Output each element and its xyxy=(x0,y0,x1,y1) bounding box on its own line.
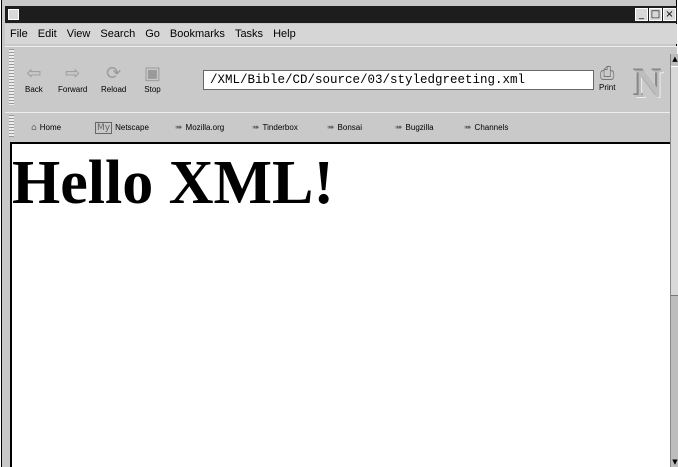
forward-button[interactable]: ⇨ Forward xyxy=(58,63,88,95)
bookmark-arrow-icon: ➠ xyxy=(252,123,260,133)
home-label: Home xyxy=(39,123,62,132)
forward-label: Forward xyxy=(58,85,88,94)
bookmark-label: Channels xyxy=(474,123,509,132)
menu-bookmarks[interactable]: Bookmarks xyxy=(165,28,230,40)
bookmark-mozilla[interactable]: ➠ Mozilla.org xyxy=(175,123,224,133)
page-heading: Hello XML! xyxy=(12,149,334,217)
home-icon: ⌂ xyxy=(31,123,37,133)
back-label: Back xyxy=(25,85,43,94)
window-controls: _ □ × xyxy=(635,8,676,21)
menu-bar: File Edit View Search Go Bookmarks Tasks… xyxy=(5,24,677,44)
bookmark-bonsai[interactable]: ➠ Bonsai xyxy=(327,123,362,133)
maximize-button[interactable]: □ xyxy=(649,8,662,21)
browser-window: _ □ × File Edit View Search Go Bookmarks… xyxy=(1,0,678,467)
print-label: Print xyxy=(599,83,616,92)
window-menu-icon[interactable] xyxy=(8,9,19,20)
my-netscape-button[interactable]: My Netscape xyxy=(95,122,149,134)
personal-toolbar: ⌂ Home My Netscape ➠ Mozilla.org ➠ Tinderbox… xyxy=(5,112,677,141)
scroll-up-icon[interactable]: ▲ xyxy=(671,54,678,64)
home-button[interactable]: ⌂ Home xyxy=(31,123,61,133)
menu-view[interactable]: View xyxy=(62,28,96,40)
navigation-toolbar: ⇦ Back ⇨ Forward ⟳ Reload ▣ Stop /XML/Bi… xyxy=(5,46,677,109)
scroll-thumb[interactable] xyxy=(671,66,678,296)
reload-label: Reload xyxy=(101,85,127,94)
menu-help[interactable]: Help xyxy=(268,28,301,40)
stop-icon: ▣ xyxy=(144,63,162,84)
my-netscape-icon: My xyxy=(95,122,113,134)
bookmark-arrow-icon: ➠ xyxy=(327,123,335,133)
close-button[interactable]: × xyxy=(663,8,676,21)
bookmark-label: Mozilla.org xyxy=(185,123,225,132)
menu-edit[interactable]: Edit xyxy=(33,28,62,40)
url-input[interactable]: /XML/Bible/CD/source/03/styledgreeting.x… xyxy=(203,70,594,90)
title-bar[interactable]: _ □ × xyxy=(5,6,677,23)
menu-go[interactable]: Go xyxy=(140,28,165,40)
back-arrow-icon: ⇦ xyxy=(26,63,42,84)
scroll-down-icon[interactable]: ▼ xyxy=(671,457,678,467)
bookmark-channels[interactable]: ➠ Channels xyxy=(464,123,508,133)
bookmark-bugzilla[interactable]: ➠ Bugzilla xyxy=(395,123,434,133)
printer-icon: ⎙ xyxy=(600,63,615,84)
reload-icon: ⟳ xyxy=(106,63,122,84)
menu-file[interactable]: File xyxy=(5,28,33,40)
netscape-logo[interactable]: N xyxy=(629,64,669,104)
stop-button[interactable]: ▣ Stop xyxy=(144,63,162,95)
bookmark-arrow-icon: ➠ xyxy=(175,123,183,133)
minimize-button[interactable]: _ xyxy=(635,8,648,21)
bookmark-label: Tinderbox xyxy=(262,123,298,132)
menu-search[interactable]: Search xyxy=(95,28,140,40)
bookmarks-grip[interactable] xyxy=(9,115,14,137)
bookmark-label: Bugzilla xyxy=(405,123,434,132)
bookmark-label: Bonsai xyxy=(337,123,363,132)
forward-arrow-icon: ⇨ xyxy=(65,63,81,84)
reload-button[interactable]: ⟳ Reload xyxy=(101,63,127,95)
page-content[interactable]: Hello XML! xyxy=(10,142,670,467)
menu-tasks[interactable]: Tasks xyxy=(230,28,268,40)
netscape-label: Netscape xyxy=(115,123,149,132)
bookmark-arrow-icon: ➠ xyxy=(395,123,403,133)
print-button[interactable]: ⎙ Print xyxy=(599,63,616,93)
toolbar-grip[interactable] xyxy=(9,49,14,105)
back-button[interactable]: ⇦ Back xyxy=(25,63,43,95)
stop-label: Stop xyxy=(144,85,161,94)
vertical-scrollbar[interactable]: ▲ ▼ xyxy=(670,54,678,467)
bookmark-tinderbox[interactable]: ➠ Tinderbox xyxy=(252,123,298,133)
bookmark-arrow-icon: ➠ xyxy=(464,123,472,133)
